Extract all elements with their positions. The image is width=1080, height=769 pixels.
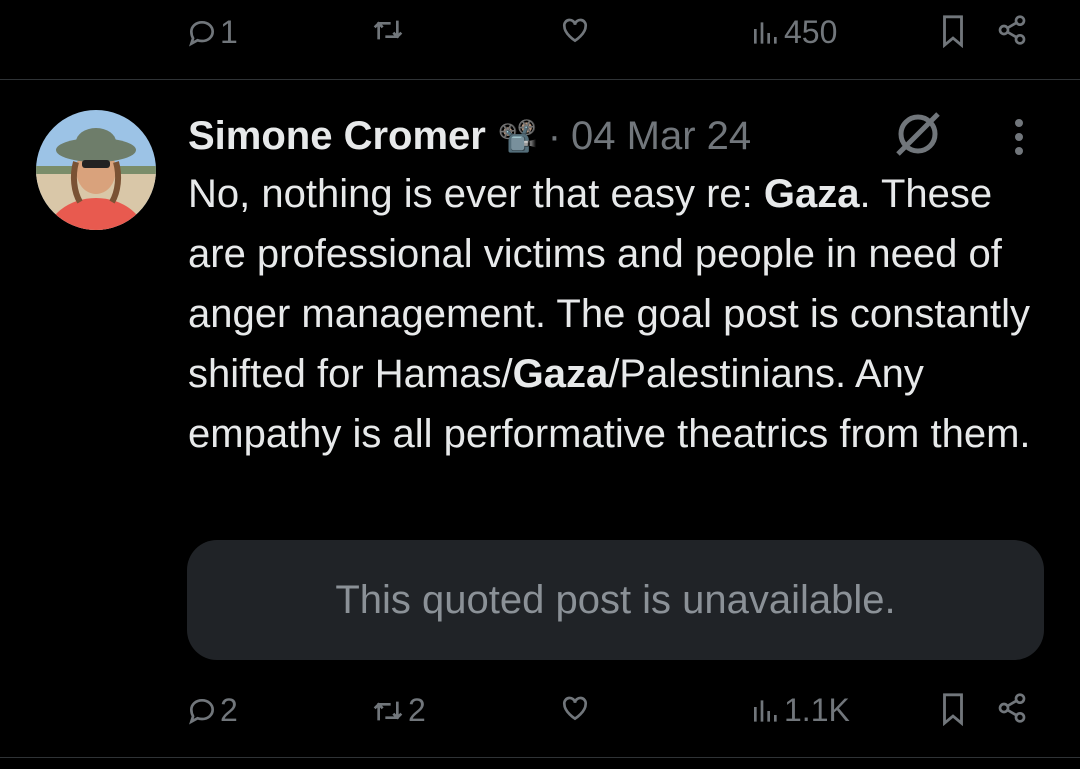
reply-button[interactable]: 2 — [186, 692, 238, 729]
body-highlight: Gaza — [763, 172, 860, 216]
quoted-post-unavailable: This quoted post is unavailable. — [187, 540, 1044, 660]
views-count: 1.1K — [784, 692, 850, 728]
views-button[interactable]: 450 — [750, 14, 837, 51]
heart-icon — [562, 696, 588, 721]
projector-emoji-badge: 📽️ — [497, 118, 538, 154]
reply-count: 1 — [220, 14, 238, 50]
top-action-bar: 1 450 — [0, 2, 1080, 62]
retweet-icon — [373, 701, 403, 720]
separator-dot: · — [547, 113, 562, 158]
heart-icon — [562, 18, 588, 43]
author-name[interactable]: Simone Cromer — [188, 114, 486, 159]
post-date[interactable]: 04 Mar 24 — [571, 114, 751, 159]
crossed-circle-icon — [890, 108, 946, 165]
retweet-button[interactable] — [370, 14, 408, 46]
share-button[interactable] — [996, 692, 1028, 724]
post-body: No, nothing is ever that easy re: Gaza. … — [188, 164, 1058, 464]
more-options-button[interactable] — [1004, 114, 1034, 158]
bookmark-icon — [943, 15, 963, 48]
post-action-bar: 2 2 1.1K — [0, 680, 1080, 740]
speech-bubble-icon — [189, 20, 215, 46]
share-icon — [998, 15, 1026, 45]
post-divider — [0, 757, 1080, 758]
views-button[interactable]: 1.1K — [750, 692, 850, 729]
vertical-dot — [1015, 147, 1023, 155]
post-divider — [0, 79, 1080, 80]
quoted-post-text: This quoted post is unavailable. — [335, 577, 896, 622]
views-count: 450 — [784, 14, 838, 50]
like-button[interactable] — [558, 692, 594, 724]
reply-button[interactable]: 1 — [186, 14, 238, 51]
retweet-icon — [373, 20, 403, 40]
reply-count: 2 — [220, 692, 238, 728]
body-highlight: Gaza — [512, 352, 609, 396]
share-button[interactable] — [996, 14, 1028, 46]
post-header: Simone Cromer 📽️ · 04 Mar 24 — [188, 108, 751, 164]
vertical-dot — [1015, 133, 1023, 141]
avatar-photo — [36, 110, 156, 230]
bar-chart-icon — [754, 699, 777, 722]
bookmark-icon — [943, 693, 963, 726]
retweet-button[interactable]: 2 — [370, 692, 426, 729]
avatar[interactable] — [36, 110, 156, 230]
retweet-count: 2 — [408, 692, 426, 728]
speech-bubble-icon — [189, 698, 215, 724]
bar-chart-icon — [754, 21, 777, 44]
vertical-dots-icon — [1015, 119, 1023, 127]
share-icon — [998, 693, 1026, 723]
like-button[interactable] — [558, 14, 594, 46]
body-segment: No, nothing is ever that easy re: — [188, 172, 764, 216]
bookmark-button[interactable] — [938, 692, 968, 726]
bookmark-button[interactable] — [938, 14, 968, 48]
